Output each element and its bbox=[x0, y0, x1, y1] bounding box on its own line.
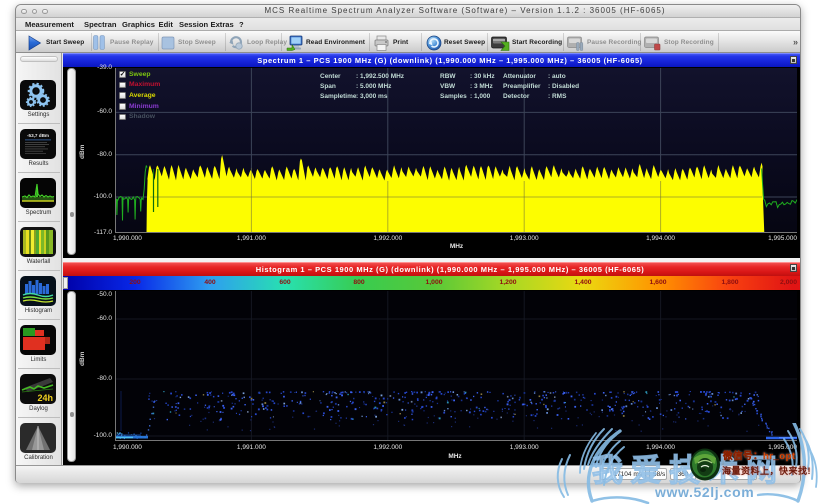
svg-text:24h: 24h bbox=[37, 393, 53, 403]
svg-text:-53,7 dBm: -53,7 dBm bbox=[27, 133, 49, 138]
